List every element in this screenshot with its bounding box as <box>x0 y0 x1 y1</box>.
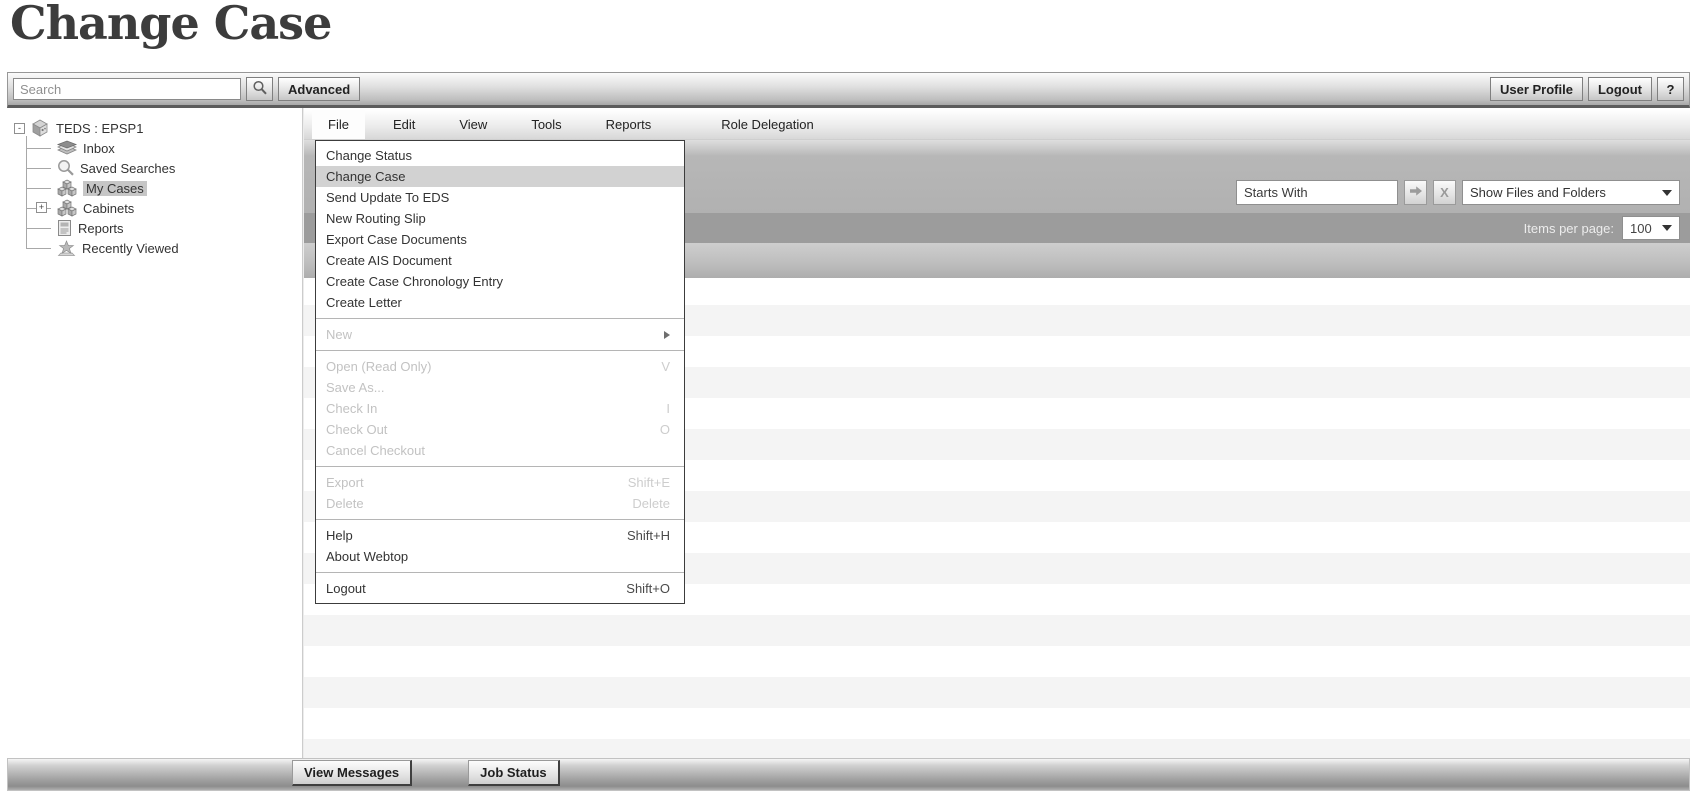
items-per-page-select[interactable]: 100 <box>1622 216 1680 240</box>
tree-connector-stub <box>26 148 51 149</box>
top-toolbar: Advanced User Profile Logout ? <box>7 72 1690 108</box>
tree-node-inbox[interactable]: Inbox <box>7 138 302 158</box>
repository-safe-icon <box>29 118 51 138</box>
cubes-icon <box>56 199 78 217</box>
cubes-icon <box>56 179 78 197</box>
menu-file[interactable]: File <box>312 110 365 139</box>
main-area: - TEDS : EPSP1 Inbox <box>7 108 1690 758</box>
menu-item-delete: Delete Delete <box>316 493 684 514</box>
tree-node-label: Saved Searches <box>80 161 175 176</box>
repository-tree: - TEDS : EPSP1 Inbox <box>7 118 302 258</box>
report-icon <box>56 219 73 237</box>
tree-connector-stub <box>26 168 51 169</box>
menu-item-export: Export Shift+E <box>316 472 684 493</box>
search-input[interactable] <box>13 78 241 100</box>
menu-item-new: New <box>316 324 684 345</box>
file-dropdown-menu: Change Status Change Case Send Update To… <box>315 140 685 604</box>
page-title: Change Case <box>10 0 331 50</box>
menu-separator <box>316 572 684 573</box>
arrow-right-icon <box>1409 185 1423 200</box>
magnifier-icon <box>252 80 268 99</box>
tree-node-my-cases[interactable]: My Cases <box>7 178 302 198</box>
menu-separator <box>316 350 684 351</box>
menu-bar: File Edit View Tools Reports Role Delega… <box>304 110 1690 140</box>
tree-node-saved-searches[interactable]: Saved Searches <box>7 158 302 178</box>
menu-item-change-status[interactable]: Change Status <box>316 145 684 166</box>
tree-node-label: Reports <box>78 221 124 236</box>
tree-node-label: Cabinets <box>83 201 134 216</box>
select-value: 100 <box>1630 221 1652 236</box>
menu-reports[interactable]: Reports <box>590 110 668 139</box>
tree-node-label: Recently Viewed <box>82 241 179 256</box>
menu-separator <box>316 318 684 319</box>
tree-node-label-selected: My Cases <box>83 181 147 196</box>
chevron-down-icon <box>1662 190 1672 196</box>
tree-node-reports[interactable]: Reports <box>7 218 302 238</box>
logout-button[interactable]: Logout <box>1588 77 1652 101</box>
tree-connector-stub <box>26 228 51 229</box>
tree-node-label: Inbox <box>83 141 115 156</box>
clear-filter-button[interactable]: X <box>1433 180 1456 205</box>
submenu-arrow-icon <box>664 331 670 339</box>
menu-item-about-webtop[interactable]: About Webtop <box>316 546 684 567</box>
job-status-button[interactable]: Job Status <box>468 760 559 786</box>
menu-item-save-as: Save As... <box>316 377 684 398</box>
menu-item-change-case[interactable]: Change Case <box>316 166 684 187</box>
help-button[interactable]: ? <box>1657 77 1684 101</box>
menu-separator <box>316 466 684 467</box>
inbox-icon <box>56 140 78 156</box>
starts-with-input[interactable] <box>1236 180 1398 205</box>
menu-view[interactable]: View <box>443 110 503 139</box>
magnifier-icon <box>56 159 75 177</box>
menu-item-check-out: Check Out O <box>316 419 684 440</box>
menu-item-logout[interactable]: Logout Shift+O <box>316 578 684 599</box>
menu-item-cancel-checkout: Cancel Checkout <box>316 440 684 461</box>
search-go-button[interactable] <box>246 77 273 101</box>
items-per-page-label: Items per page: <box>1524 221 1614 236</box>
menu-item-send-update-to-eds[interactable]: Send Update To EDS <box>316 187 684 208</box>
expand-expander-icon[interactable]: + <box>36 202 47 213</box>
tree-node-repository[interactable]: - TEDS : EPSP1 <box>7 118 302 138</box>
menu-edit[interactable]: Edit <box>377 110 431 139</box>
star-icon <box>56 240 77 257</box>
collapse-expander-icon[interactable]: - <box>14 123 25 134</box>
advanced-search-button[interactable]: Advanced <box>278 77 360 101</box>
apply-filter-button[interactable] <box>1404 180 1427 205</box>
view-messages-button[interactable]: View Messages <box>292 760 412 786</box>
menu-item-check-in: Check In I <box>316 398 684 419</box>
status-bar: View Messages Job Status <box>7 758 1690 791</box>
tree-node-recently-viewed[interactable]: Recently Viewed <box>7 238 302 258</box>
webtop-page: Change Case Advanced User Profile Logout… <box>0 0 1697 793</box>
menu-item-create-case-chronology-entry[interactable]: Create Case Chronology Entry <box>316 271 684 292</box>
user-profile-button[interactable]: User Profile <box>1490 77 1583 101</box>
sidebar: - TEDS : EPSP1 Inbox <box>7 108 303 758</box>
menu-item-create-letter[interactable]: Create Letter <box>316 292 684 313</box>
chevron-down-icon <box>1662 225 1672 231</box>
select-value: Show Files and Folders <box>1470 185 1606 200</box>
menu-item-open-read-only: Open (Read Only) V <box>316 356 684 377</box>
menu-tools[interactable]: Tools <box>515 110 577 139</box>
tree-node-cabinets[interactable]: + Cabinets <box>7 198 302 218</box>
tree-connector-stub <box>26 188 51 189</box>
menu-item-help[interactable]: Help Shift+H <box>316 525 684 546</box>
menu-item-new-routing-slip[interactable]: New Routing Slip <box>316 208 684 229</box>
menu-item-create-ais-document[interactable]: Create AIS Document <box>316 250 684 271</box>
tree-connector-stub <box>26 248 51 249</box>
tree-node-label: TEDS : EPSP1 <box>56 121 143 136</box>
menu-separator <box>316 519 684 520</box>
menu-item-export-case-documents[interactable]: Export Case Documents <box>316 229 684 250</box>
menu-role-delegation[interactable]: Role Delegation <box>705 110 830 139</box>
show-files-folders-select[interactable]: Show Files and Folders <box>1462 180 1680 205</box>
